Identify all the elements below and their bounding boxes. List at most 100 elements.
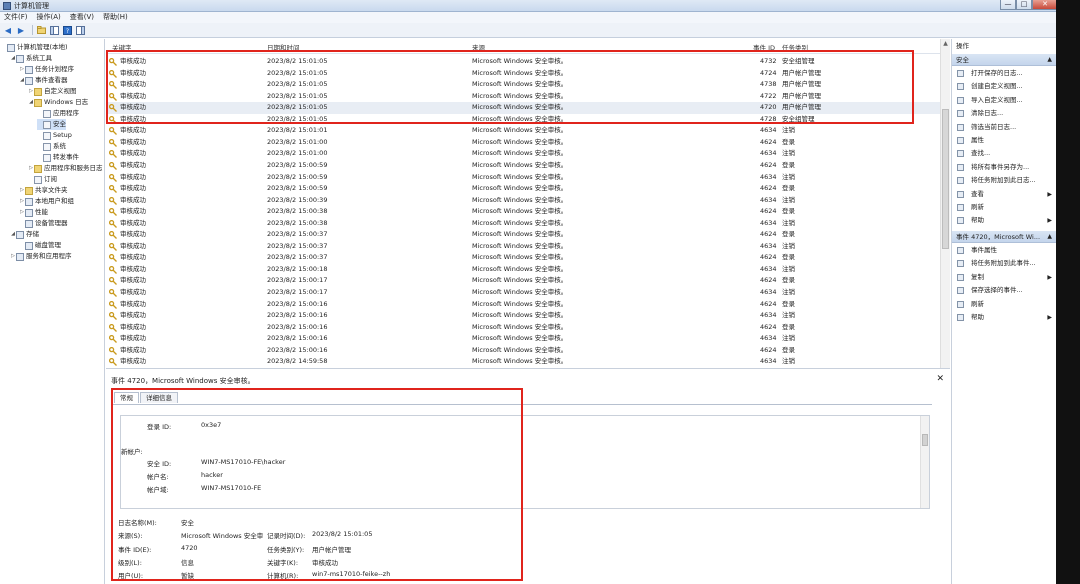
event-row[interactable]: 审核成功 2023/8/2 15:01:05 Microsoft Windows 安… (106, 56, 940, 68)
event-row[interactable]: 审核成功 2023/8/2 15:00:16 Microsoft Windows 安… (106, 345, 940, 357)
tree-node[interactable]: ▷ 应用程序和服务日志 (28, 163, 103, 174)
back-arrow-icon[interactable]: ◀ (3, 25, 13, 35)
close-button[interactable]: ✕ (1032, 0, 1058, 10)
action-item[interactable]: 属性 (952, 135, 1056, 146)
event-row[interactable]: 审核成功 2023/8/2 15:00:59 Microsoft Windows 安… (106, 172, 940, 184)
event-row[interactable]: 审核成功 2023/8/2 15:00:17 Microsoft Windows 安… (106, 275, 940, 287)
action-item[interactable]: 保存选择的事件... (952, 285, 1056, 296)
tree-node[interactable]: 设备管理器 (19, 218, 68, 229)
event-row[interactable]: 审核成功 2023/8/2 15:00:16 Microsoft Windows 安… (106, 322, 940, 334)
tree-node[interactable]: ▷ 自定义视图 (28, 86, 77, 97)
tree-node[interactable]: 转发事件 (37, 152, 79, 163)
column-keyword[interactable]: 关键字 (112, 42, 132, 54)
tree-node[interactable]: ▷ 任务计划程序 (19, 64, 74, 75)
show-hide-tree-icon[interactable] (49, 25, 59, 35)
event-row[interactable]: 审核成功 2023/8/2 15:00:16 Microsoft Windows 安… (106, 299, 940, 311)
action-item[interactable]: 创建自定义视图... (952, 81, 1056, 92)
description-scrollbar[interactable] (920, 416, 929, 508)
up-folder-icon[interactable] (36, 25, 46, 35)
tree-node[interactable]: 安全 (37, 119, 66, 130)
prop-keywords-label: 关键字(K): (267, 559, 299, 567)
collapse-caret-icon[interactable]: ▲ (1047, 231, 1052, 243)
minimize-button[interactable]: — (1000, 0, 1016, 10)
event-row[interactable]: 审核成功 2023/8/2 15:00:37 Microsoft Windows 安… (106, 241, 940, 253)
action-item[interactable]: 查找... (952, 148, 1056, 159)
action-item[interactable]: 查看 ▶ (952, 189, 1056, 200)
action-item[interactable]: 将所有事件另存为... (952, 162, 1056, 173)
event-row[interactable]: 审核成功 2023/8/2 15:01:05 Microsoft Windows 安… (106, 102, 940, 114)
help-icon[interactable]: ? (62, 25, 72, 35)
event-row[interactable]: 审核成功 2023/8/2 15:01:00 Microsoft Windows 安… (106, 137, 940, 149)
menu-file[interactable]: 文件(F) (4, 12, 28, 23)
action-item[interactable]: 帮助 ▶ (952, 312, 1056, 323)
action-item[interactable]: 事件属性 (952, 245, 1056, 256)
event-row[interactable]: 审核成功 2023/8/2 15:01:05 Microsoft Windows 安… (106, 79, 940, 91)
column-task-category[interactable]: 任务类别 (782, 42, 808, 54)
tree-node[interactable]: 系统 (37, 141, 66, 152)
tree-node[interactable]: ◢ Windows 日志 (28, 97, 88, 108)
forward-arrow-icon[interactable]: ▶ (16, 25, 26, 35)
action-item[interactable]: 清除日志... (952, 108, 1056, 119)
event-row[interactable]: 审核成功 2023/8/2 15:00:16 Microsoft Windows 安… (106, 310, 940, 322)
menu-view[interactable]: 查看(V) (70, 12, 94, 23)
tree-node-label: 系统 (53, 142, 66, 150)
event-row[interactable]: 审核成功 2023/8/2 15:01:01 Microsoft Windows 安… (106, 125, 940, 137)
menu-help[interactable]: 帮助(H) (103, 12, 128, 23)
action-item[interactable]: 将任务附加到此日志... (952, 175, 1056, 186)
event-row[interactable]: 审核成功 2023/8/2 15:01:05 Microsoft Windows 安… (106, 114, 940, 126)
action-item[interactable]: 打开保存的日志... (952, 68, 1056, 79)
tree-node[interactable]: 应用程序 (37, 108, 79, 119)
event-task-category: 注销 (782, 218, 795, 227)
actions-section-event[interactable]: 事件 4720，Microsoft Wi... ▲ (952, 231, 1056, 243)
event-row[interactable]: 审核成功 2023/8/2 15:01:05 Microsoft Windows 安… (106, 68, 940, 80)
event-row[interactable]: 审核成功 2023/8/2 15:00:18 Microsoft Windows 安… (106, 264, 940, 276)
tree-node[interactable]: 订阅 (28, 174, 57, 185)
action-item[interactable]: 筛选当前日志... (952, 122, 1056, 133)
event-row[interactable]: 审核成功 2023/8/2 15:00:39 Microsoft Windows 安… (106, 195, 940, 207)
scroll-thumb[interactable] (942, 109, 949, 249)
menu-action[interactable]: 操作(A) (37, 12, 61, 23)
tree-node[interactable]: ◢ 系统工具 (10, 53, 52, 64)
column-event-id[interactable]: 事件 ID (753, 42, 775, 54)
tree-node[interactable]: ◢ 事件查看器 (19, 75, 68, 86)
event-row[interactable]: 审核成功 2023/8/2 15:00:59 Microsoft Windows 安… (106, 183, 940, 195)
event-list-scrollbar[interactable]: ▲ (940, 39, 950, 368)
action-item[interactable]: 帮助 ▶ (952, 215, 1056, 226)
maximize-button[interactable]: □ (1016, 0, 1032, 10)
show-hide-action-pane-icon[interactable] (75, 25, 85, 35)
tab-details[interactable]: 详细信息 (140, 392, 178, 403)
action-item[interactable]: 刷新 (952, 202, 1056, 213)
event-row[interactable]: 审核成功 2023/8/2 15:00:17 Microsoft Windows 安… (106, 287, 940, 299)
event-row[interactable]: 审核成功 2023/8/2 15:00:37 Microsoft Windows 安… (106, 252, 940, 264)
column-datetime[interactable]: 日期和时间 (267, 42, 300, 54)
tree-node[interactable]: ▷ 服务和应用程序 (10, 251, 72, 262)
event-row[interactable]: 审核成功 2023/8/2 15:01:05 Microsoft Windows 安… (106, 91, 940, 103)
tree-node-label: 计算机管理(本地) (17, 43, 68, 51)
detail-close-icon[interactable]: ✕ (936, 374, 944, 384)
event-row[interactable]: 审核成功 2023/8/2 15:00:16 Microsoft Windows 安… (106, 333, 940, 345)
tree-node[interactable]: Setup (37, 130, 72, 141)
tab-general[interactable]: 常规 (114, 392, 139, 403)
action-item[interactable]: 导入自定义视图... (952, 95, 1056, 106)
event-row[interactable]: 审核成功 2023/8/2 15:00:59 Microsoft Windows 安… (106, 160, 940, 172)
column-source[interactable]: 来源 (472, 42, 485, 54)
event-row[interactable]: 审核成功 2023/8/2 15:00:37 Microsoft Windows 安… (106, 229, 940, 241)
event-row[interactable]: 审核成功 2023/8/2 15:01:00 Microsoft Windows 安… (106, 148, 940, 160)
tree-node[interactable]: ▷ 性能 (19, 207, 48, 218)
description-scroll-thumb[interactable] (922, 434, 928, 446)
action-item[interactable]: 刷新 (952, 299, 1056, 310)
scroll-up-arrow-icon[interactable]: ▲ (941, 39, 950, 49)
action-item[interactable]: 复制 ▶ (952, 272, 1056, 283)
tree-node[interactable]: ▷ 共享文件夹 (19, 185, 68, 196)
tree-node[interactable]: ◢ 存储 (10, 229, 39, 240)
action-item[interactable]: 将任务附加到此事件... (952, 258, 1056, 269)
event-row[interactable]: 审核成功 2023/8/2 15:00:38 Microsoft Windows 安… (106, 218, 940, 230)
event-row[interactable]: 审核成功 2023/8/2 15:00:38 Microsoft Windows 安… (106, 206, 940, 218)
event-row[interactable]: 审核成功 2023/8/2 14:59:58 Microsoft Windows 安… (106, 356, 940, 368)
tree-node[interactable]: 磁盘管理 (19, 240, 61, 251)
actions-section-security[interactable]: 安全 ▲ (952, 54, 1056, 66)
tree-node[interactable]: ▷ 本地用户和组 (19, 196, 74, 207)
collapse-caret-icon[interactable]: ▲ (1047, 54, 1052, 66)
tree-node[interactable]: 计算机管理(本地) (1, 42, 68, 53)
event-description[interactable]: 登录 ID: 0x3e7 新帐户: 安全 ID: WIN7-MS17010-FE… (120, 415, 930, 509)
